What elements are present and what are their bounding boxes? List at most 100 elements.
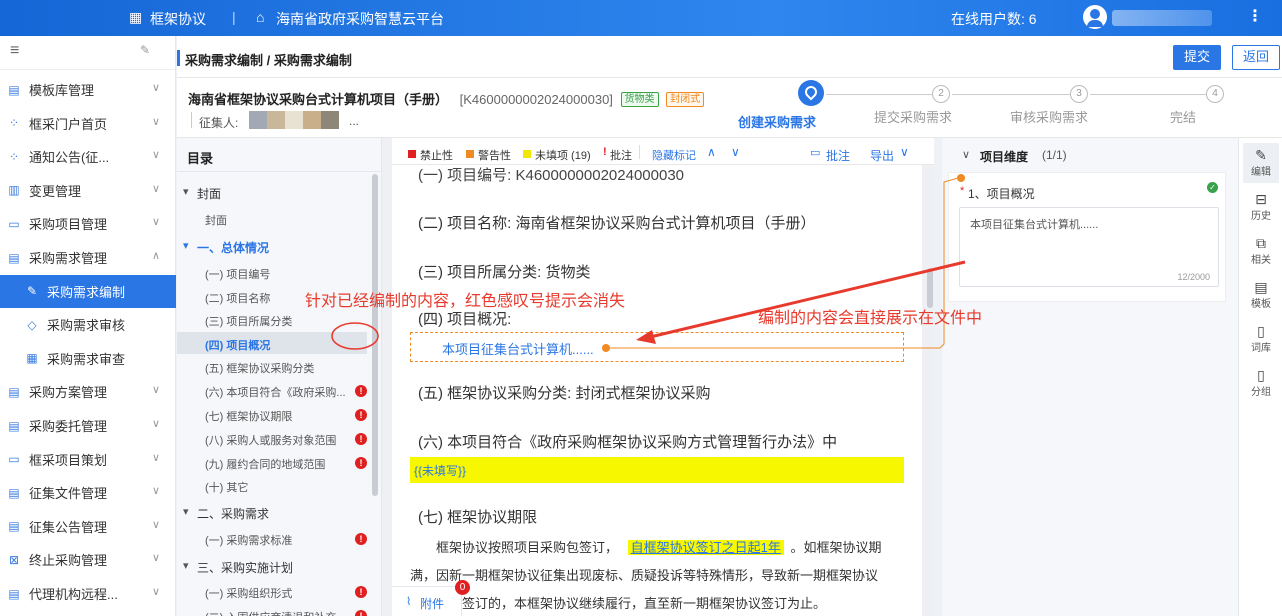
chevron-down-icon[interactable]: ∨: [152, 115, 160, 128]
toc-item[interactable]: 封面: [197, 185, 221, 202]
sidebar-item[interactable]: ▤ 模板库管理 ∨: [0, 73, 176, 106]
sidebar-item[interactable]: ⁘ 框采门户首页 ∨: [0, 107, 176, 140]
toc-item[interactable]: (九) 履约合同的地域范围: [205, 456, 325, 472]
toc-item[interactable]: 二、采购需求: [197, 505, 269, 522]
sidebar-item[interactable]: ⊠ 终止采购管理 ∨: [0, 543, 176, 576]
app-menu-icon[interactable]: ▦: [129, 9, 142, 26]
attachment-tab[interactable]: ⌇ 附件: [392, 586, 462, 616]
doc-scrollbar[interactable]: [927, 268, 933, 308]
tool-book[interactable]: ▯ 词库: [1239, 323, 1282, 354]
sidebar-item[interactable]: ▤ 代理机构远程... ∨: [0, 577, 176, 610]
unfilled-label[interactable]: 未填项 (19): [535, 147, 591, 163]
chevron-down-icon[interactable]: ∨: [152, 81, 160, 94]
pin-icon[interactable]: ✎: [140, 43, 150, 57]
sidebar-item[interactable]: ▤ 征集公告管理 ∨: [0, 510, 176, 543]
field-value[interactable]: 本项目征集台式计算机......: [970, 216, 1098, 232]
prohibit-label[interactable]: 禁止性: [420, 147, 453, 163]
toc-item[interactable]: (四) 项目概况: [205, 337, 270, 353]
toc-item[interactable]: (一) 采购需求标准: [205, 532, 292, 548]
chevron-down-icon[interactable]: ∨: [152, 518, 160, 531]
attachment-label[interactable]: 附件: [420, 595, 444, 612]
folder-icon: ▭: [8, 452, 20, 467]
toc-item[interactable]: 一、总体情况: [197, 239, 269, 256]
doc-item-4-content[interactable]: 本项目征集台式计算机......: [442, 339, 594, 358]
chevron-down-icon[interactable]: ∨: [152, 551, 160, 564]
export-button[interactable]: 导出: [870, 147, 894, 164]
step-4-circle: 4: [1206, 85, 1224, 103]
chevron-down-icon[interactable]: ∨: [152, 215, 160, 228]
chevron-down-icon[interactable]: ∨: [152, 148, 160, 161]
sidebar-item-label: 终止采购管理: [29, 553, 108, 569]
sidebar-item[interactable]: ▭ 采购项目管理 ∨: [0, 207, 176, 240]
step-3-circle: 3: [1070, 85, 1088, 103]
field-card: * 1、项目概况 ✓ 本项目征集台式计算机...... 12/2000: [948, 172, 1226, 302]
platform-title[interactable]: 海南省政府采购智慧云平台: [276, 9, 444, 29]
annotation-left-note: 针对已经编制的内容，红色感叹号提示会消失: [305, 293, 626, 310]
toc-expand-icon[interactable]: ▾: [183, 185, 189, 198]
toc-item[interactable]: (二) 项目名称: [205, 290, 270, 306]
toc-title: 目录: [187, 151, 214, 166]
toc-item[interactable]: (一) 项目编号: [205, 266, 270, 282]
doc-item-4-content-box[interactable]: 本项目征集台式计算机......: [410, 332, 904, 362]
toc-expand-icon[interactable]: ▾: [183, 239, 189, 252]
back-button[interactable]: 返回: [1232, 45, 1280, 70]
sidebar-item[interactable]: ✎ 采购需求编制: [0, 274, 176, 308]
comment-icon[interactable]: ▭: [810, 146, 820, 159]
sidebar-item[interactable]: ▭ 框采项目策划 ∨: [0, 443, 176, 476]
tool-edit[interactable]: ✎ 编辑: [1239, 147, 1282, 178]
more-icon[interactable]: ⋮: [1247, 6, 1263, 26]
chevron-down-icon[interactable]: ∨: [152, 451, 160, 464]
comment-mark-label[interactable]: 批注: [610, 147, 632, 163]
toc-item[interactable]: (五) 框架协议采购分类: [205, 360, 314, 376]
tool-related[interactable]: ⧉ 相关: [1239, 235, 1282, 266]
unfilled-link[interactable]: 自框架协议签订之日起1年: [627, 540, 784, 555]
sidebar-item[interactable]: ▤ 采购需求管理 ∧: [0, 241, 176, 274]
chevron-down-icon[interactable]: ∨: [152, 383, 160, 396]
toc-item[interactable]: (三) 项目所属分类: [205, 313, 292, 329]
toc-item[interactable]: (十) 其它: [205, 479, 248, 495]
toc-expand-icon[interactable]: ▾: [183, 559, 189, 572]
sidebar-item[interactable]: ⁘ 通知公告(征... ∨: [0, 140, 176, 173]
field-textarea[interactable]: 本项目征集台式计算机...... 12/2000: [959, 207, 1219, 287]
toc-item[interactable]: (八) 采购人或服务对象范围: [205, 432, 336, 448]
chevron-down-icon[interactable]: ∨: [900, 145, 909, 159]
chevron-down-icon[interactable]: ∨: [152, 417, 160, 430]
sidebar-item[interactable]: ▥ 变更管理 ∨: [0, 174, 176, 207]
tool-history[interactable]: ⊟ 历史: [1239, 191, 1282, 222]
chevron-up-icon[interactable]: ∧: [152, 249, 160, 262]
chevron-down-icon[interactable]: ∨: [152, 585, 160, 598]
collapse-chevron-icon[interactable]: ∨: [962, 148, 970, 161]
toc-item[interactable]: (七) 框架协议期限: [205, 408, 292, 424]
toc-item[interactable]: 三、采购实施计划: [197, 559, 293, 576]
sidebar-item[interactable]: ◇ 采购需求审核: [0, 308, 176, 341]
sidebar-item[interactable]: ▤ 征集文件管理 ∨: [0, 476, 176, 509]
next-icon[interactable]: ∨: [731, 145, 740, 159]
tool-group[interactable]: ▯ 分组: [1239, 367, 1282, 398]
warning-label[interactable]: 警告性: [478, 147, 511, 163]
unfilled-placeholder[interactable]: {{未填写}}: [414, 462, 466, 479]
warning-icon: !: [355, 586, 367, 598]
hamburger-icon[interactable]: ≡: [10, 42, 19, 60]
tool-template[interactable]: ▤ 模板: [1239, 279, 1282, 310]
app-menu-label[interactable]: 框架协议: [150, 9, 206, 29]
unfilled-highlight[interactable]: {{未填写}}: [410, 457, 904, 483]
chevron-down-icon[interactable]: ∨: [152, 484, 160, 497]
comment-button[interactable]: 批注: [826, 147, 850, 164]
home-icon[interactable]: ⌂: [256, 9, 264, 25]
toc-item[interactable]: (六) 本项目符合《政府采购...: [205, 384, 346, 400]
toc-item[interactable]: 封面: [205, 212, 227, 228]
required-mark: *: [960, 185, 965, 197]
toc-expand-icon[interactable]: ▾: [183, 505, 189, 518]
hide-mark-toggle[interactable]: 隐藏标记: [652, 147, 696, 163]
avatar[interactable]: [1083, 5, 1107, 29]
sidebar-item[interactable]: ▤ 采购方案管理 ∨: [0, 375, 176, 408]
sidebar-item[interactable]: ▤ 采购委托管理 ∨: [0, 409, 176, 442]
submit-button[interactable]: 提交: [1173, 45, 1221, 70]
sidebar-item[interactable]: ▦ 采购需求审查: [0, 342, 176, 375]
warning-icon: !: [355, 610, 367, 616]
toc-item[interactable]: (二) 入围供应商清退和补充...: [205, 609, 346, 616]
toc-scrollbar[interactable]: [372, 174, 378, 496]
chevron-down-icon[interactable]: ∨: [152, 182, 160, 195]
prev-icon[interactable]: ∧: [707, 145, 716, 159]
toc-item[interactable]: (一) 采购组织形式: [205, 585, 292, 601]
